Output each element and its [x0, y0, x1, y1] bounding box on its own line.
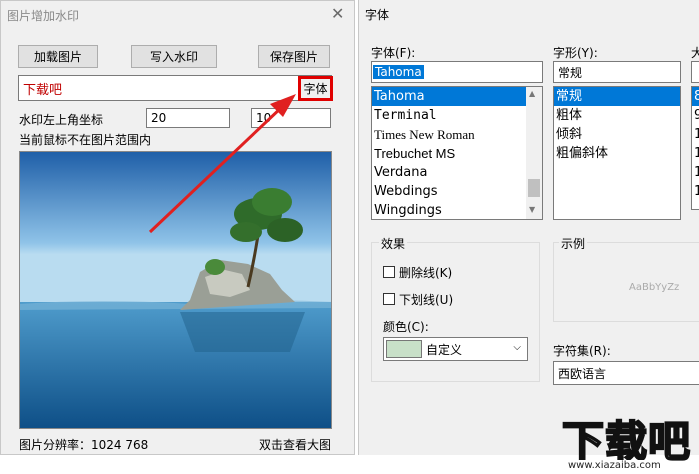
size-item[interactable]: 1 [692, 182, 699, 201]
size-item[interactable]: 1 [692, 163, 699, 182]
size-item[interactable]: 1 [692, 125, 699, 144]
site-watermark: 下载吧 www.xiazaiba.com [560, 410, 699, 474]
color-select[interactable]: 自定义 ⌵ [383, 337, 528, 361]
style-item-bold-italic[interactable]: 粗偏斜体 [554, 144, 680, 163]
font-item-tahoma[interactable]: Tahoma [372, 87, 542, 106]
font-list-scrollbar[interactable]: ▲ ▼ [526, 87, 542, 219]
size-list[interactable]: 8 9 1 1 1 1 [691, 86, 699, 210]
font-item-webdings[interactable]: Webdings [372, 182, 542, 201]
size-input[interactable] [691, 61, 699, 83]
font-label: 字体(F): [371, 46, 416, 60]
font-name-value: Tahoma [373, 65, 424, 79]
sample-text: AaBbYyZz [629, 282, 680, 293]
style-item-bold[interactable]: 粗体 [554, 106, 680, 125]
site-watermark-url: www.xiazaiba.com [568, 460, 661, 471]
effects-label: 效果 [379, 235, 408, 252]
scroll-thumb[interactable] [528, 179, 540, 197]
font-name-input[interactable]: Tahoma [371, 61, 543, 83]
font-item-verdana[interactable]: Verdana [372, 163, 542, 182]
size-label: 大 [691, 46, 699, 60]
style-list[interactable]: 常规 粗体 倾斜 粗偏斜体 [553, 86, 681, 220]
size-item[interactable]: 9 [692, 106, 699, 125]
font-item-times[interactable]: Times New Roman [372, 125, 542, 144]
underline-checkbox[interactable] [383, 293, 395, 305]
strikeout-label: 删除线(K) [399, 266, 453, 280]
charset-select[interactable]: 西欧语言 [553, 361, 699, 385]
font-item-trebuchet[interactable]: Trebuchet MS [372, 144, 542, 163]
style-item-italic[interactable]: 倾斜 [554, 125, 680, 144]
chevron-up-icon[interactable]: ▲ [529, 89, 535, 98]
sample-label: 示例 [559, 235, 588, 252]
color-value: 自定义 [426, 342, 463, 357]
strikeout-checkbox[interactable] [383, 266, 395, 278]
dialog-title: 字体 [365, 8, 390, 22]
font-list[interactable]: Tahoma Terminal Times New Roman Trebuche… [371, 86, 543, 220]
charset-label: 字符集(R): [553, 344, 611, 358]
size-item[interactable]: 1 [692, 144, 699, 163]
style-input[interactable]: 常规 [553, 61, 681, 83]
underline-label: 下划线(U) [399, 293, 454, 307]
chevron-down-icon: ⌵ [513, 342, 521, 353]
color-swatch [386, 340, 422, 358]
effects-group [371, 242, 540, 382]
font-item-terminal[interactable]: Terminal [372, 106, 542, 125]
style-item-regular[interactable]: 常规 [554, 87, 680, 106]
font-item-wingdings[interactable]: Wingdings [372, 201, 542, 219]
style-label: 字形(Y): [553, 46, 598, 60]
color-label: 颜色(C): [383, 320, 429, 334]
chevron-down-icon[interactable]: ▼ [529, 205, 535, 214]
size-item[interactable]: 8 [692, 87, 699, 106]
font-dialog: 字体 字体(F): Tahoma Tahoma Terminal Times N… [358, 0, 699, 455]
